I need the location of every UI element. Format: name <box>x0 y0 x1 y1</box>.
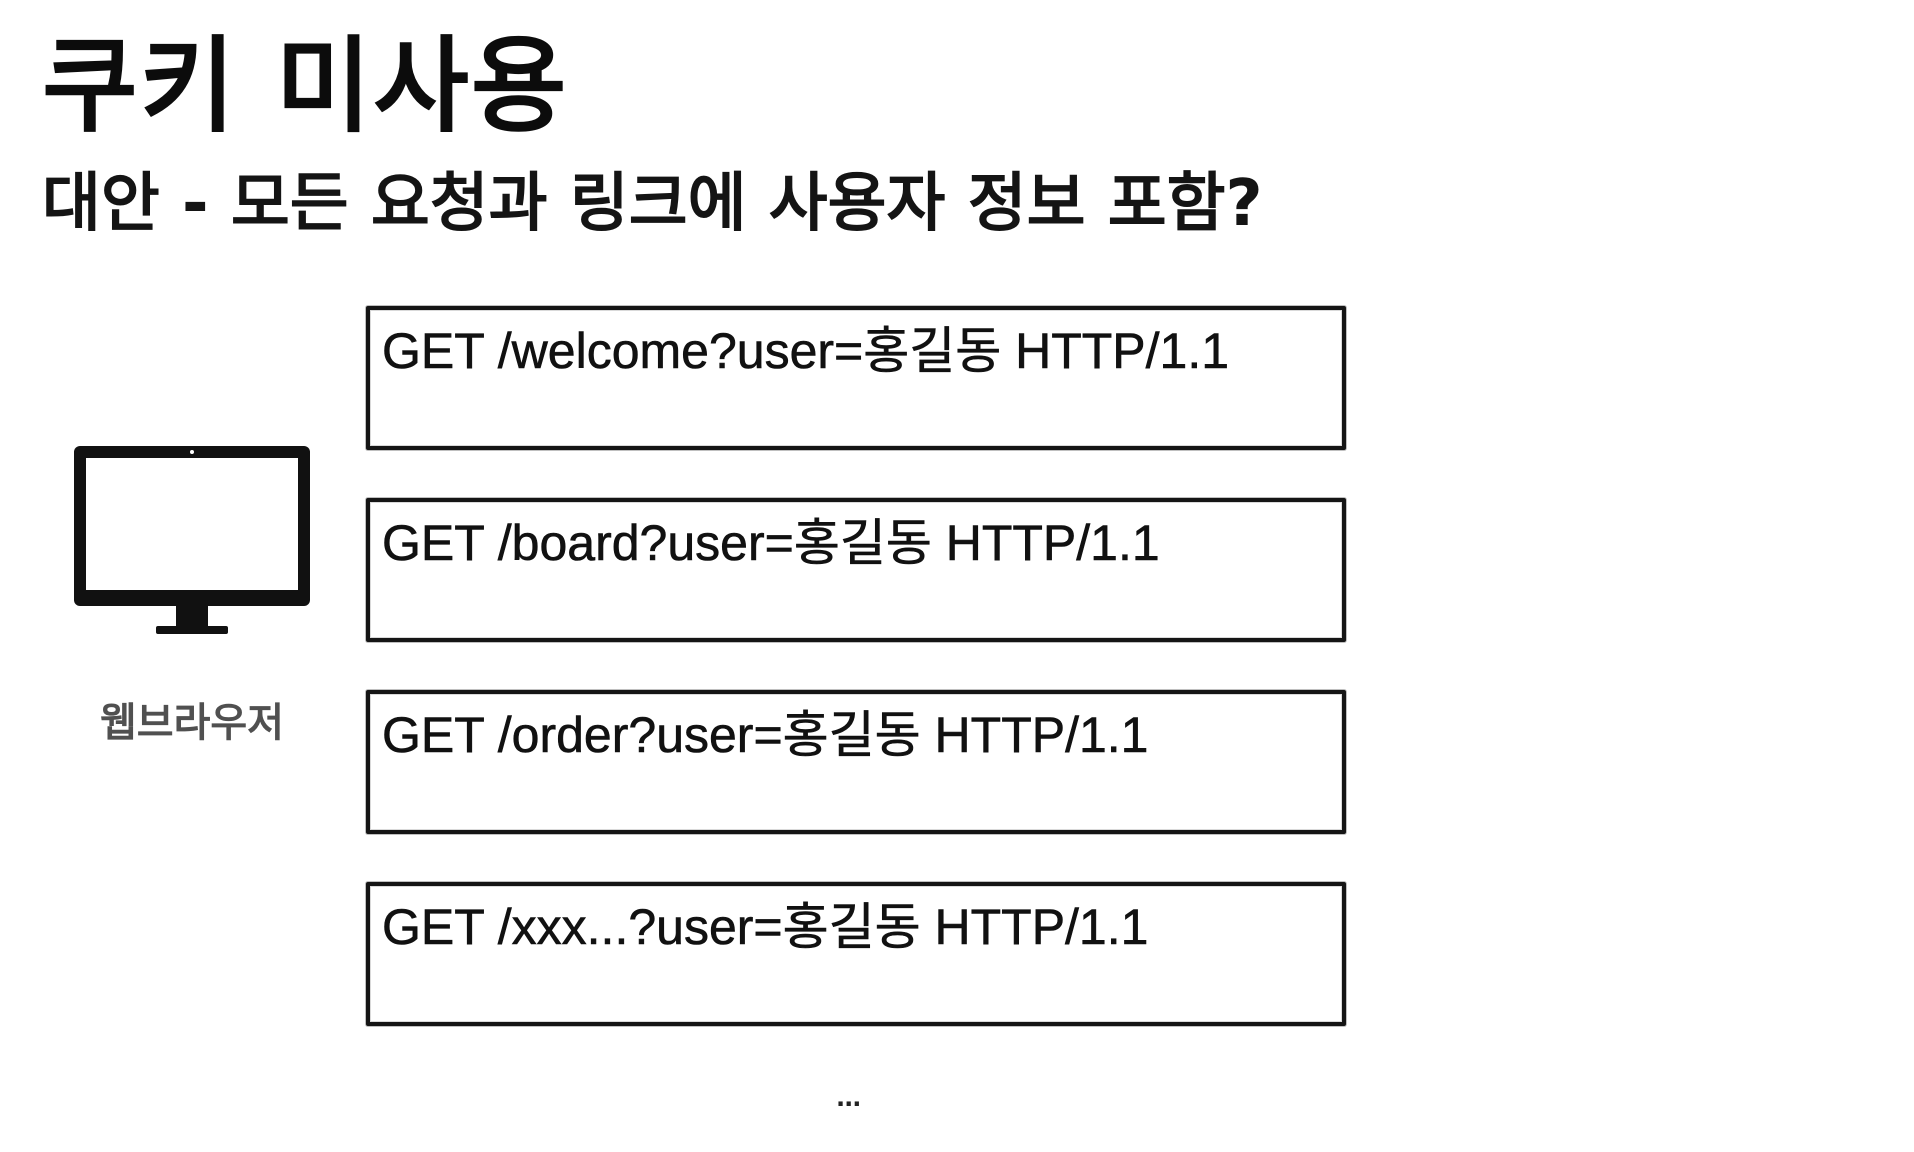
web-browser-client: 웹브라우저 <box>62 440 322 760</box>
request-line: GET /welcome?user=홍길동 HTTP/1.1 <box>382 323 1230 379</box>
slide: 쿠키 미사용 대안 - 모든 요청과 링크에 사용자 정보 포함? 웹브라우저 … <box>0 0 1914 1152</box>
request-box-board: GET /board?user=홍길동 HTTP/1.1 <box>366 498 1346 642</box>
monitor-icon <box>74 446 310 634</box>
request-box-order: GET /order?user=홍길동 HTTP/1.1 <box>366 690 1346 834</box>
request-box-xxx: GET /xxx...?user=홍길동 HTTP/1.1 <box>366 882 1346 1026</box>
request-list: GET /welcome?user=홍길동 HTTP/1.1 GET /boar… <box>366 306 1350 1074</box>
request-line: GET /order?user=홍길동 HTTP/1.1 <box>382 707 1149 763</box>
request-box-welcome: GET /welcome?user=홍길동 HTTP/1.1 <box>366 306 1346 450</box>
more-requests-ellipsis: ... <box>836 1084 861 1112</box>
slide-subtitle: 대안 - 모든 요청과 링크에 사용자 정보 포함? <box>42 167 1263 241</box>
request-line: GET /board?user=홍길동 HTTP/1.1 <box>382 515 1160 571</box>
request-line: GET /xxx...?user=홍길동 HTTP/1.1 <box>382 899 1149 955</box>
slide-title: 쿠키 미사용 <box>42 25 569 147</box>
web-browser-label: 웹브라우저 <box>100 700 284 746</box>
